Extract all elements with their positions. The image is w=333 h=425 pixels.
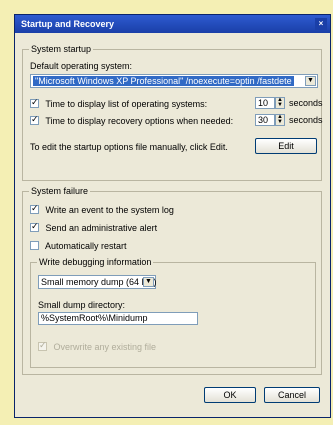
edit-button[interactable]: Edit [255,138,317,154]
display-os-list-spinner[interactable]: ▲ ▼ [275,97,285,109]
cancel-button[interactable]: Cancel [264,387,320,403]
default-os-label: Default operating system: [30,61,133,71]
overwrite-label: Overwrite any existing file [53,342,157,352]
overwrite-checkbox[interactable] [38,341,47,351]
debug-info-label: Write debugging information [37,257,154,267]
chevron-down-icon[interactable]: ▼ [143,277,154,287]
debug-type-dropdown[interactable]: Small memory dump (64 KB) ▼ [38,275,157,289]
send-alert-row: Send an administrative alert [30,222,157,233]
display-os-list-checkbox[interactable] [30,98,39,108]
default-os-value: "Microsoft Windows XP Professional" /noe… [33,76,294,86]
write-event-checkbox[interactable] [30,204,39,214]
system-startup-group: System startup Default operating system:… [22,44,323,181]
dump-dir-input[interactable]: %SystemRoot%\Minidump [38,312,198,325]
send-alert-checkbox[interactable] [30,222,39,232]
auto-restart-label: Automatically restart [45,241,127,251]
display-recovery-seconds-input[interactable]: 30 [255,114,275,126]
display-recovery-spinner[interactable]: ▲ ▼ [275,114,285,126]
default-os-dropdown[interactable]: "Microsoft Windows XP Professional" /noe… [30,74,318,88]
chevron-down-icon[interactable]: ▼ [305,76,316,86]
system-failure-group: System failure Write an event to the sys… [22,186,322,375]
close-icon[interactable]: × [315,18,327,30]
display-os-list-label: Time to display list of operating system… [45,99,208,109]
auto-restart-row: Automatically restart [30,240,127,251]
display-os-list-row: Time to display list of operating system… [30,98,207,109]
system-failure-label: System failure [29,186,91,196]
dump-dir-label: Small dump directory: [38,300,126,310]
display-recovery-checkbox[interactable] [30,115,39,125]
debug-type-value: Small memory dump (64 KB) [41,277,157,287]
display-os-list-unit: seconds [289,98,323,108]
edit-hint-text: To edit the startup options file manuall… [30,142,228,152]
write-event-row: Write an event to the system log [30,204,174,215]
debug-info-group: Write debugging information Small memory… [30,257,316,368]
display-recovery-label: Time to display recovery options when ne… [45,116,234,126]
ok-button[interactable]: OK [204,387,256,403]
auto-restart-checkbox[interactable] [30,241,39,250]
display-os-list-seconds-input[interactable]: 10 [255,97,275,109]
display-recovery-unit: seconds [289,115,323,125]
startup-recovery-dialog: Startup and Recovery × System startup De… [14,14,331,418]
overwrite-row: Overwrite any existing file [38,341,156,352]
dialog-title: Startup and Recovery [21,19,115,29]
display-recovery-row: Time to display recovery options when ne… [30,115,233,126]
write-event-label: Write an event to the system log [45,205,174,215]
dialog-titlebar: Startup and Recovery × [15,15,330,33]
system-startup-label: System startup [29,44,94,54]
send-alert-label: Send an administrative alert [45,223,158,233]
